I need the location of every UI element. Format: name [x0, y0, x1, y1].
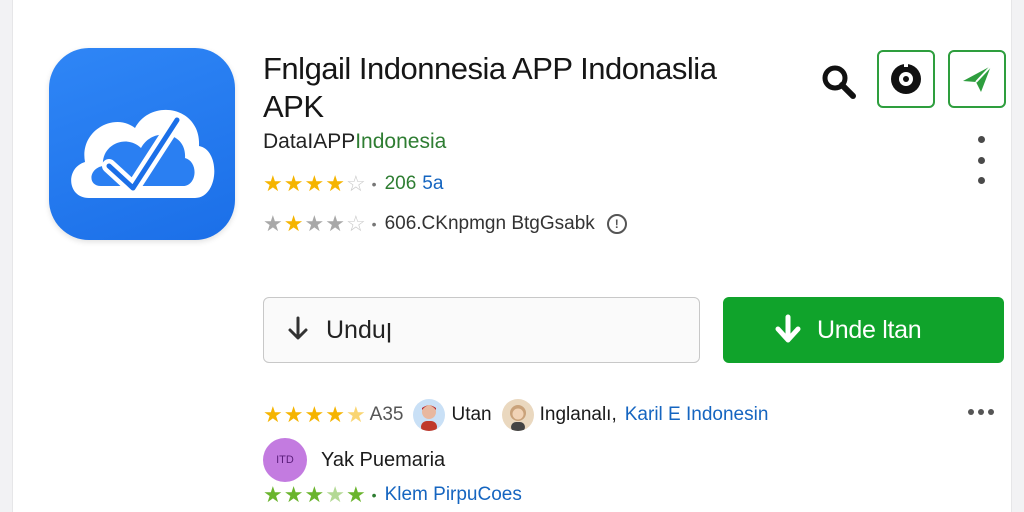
- user-avatar-icon: [509, 405, 526, 431]
- send-icon: [963, 65, 992, 92]
- app-title: Fnlgail Indonnesia APP Indonaslia APK: [263, 51, 717, 124]
- star-icon: ★: [263, 211, 283, 236]
- review-count: A35: [369, 404, 404, 425]
- developer-prefix: DataIAPP: [263, 130, 356, 153]
- search-button[interactable]: [813, 56, 865, 108]
- star-half-icon: ★: [345, 402, 366, 427]
- developer-link[interactable]: DataIAPPIndonesia: [263, 130, 446, 154]
- info-icon[interactable]: !: [606, 214, 627, 234]
- settings-icon: [891, 61, 921, 94]
- star-icon: ★: [283, 211, 304, 236]
- reviewer-name[interactable]: Yak Puemaria: [321, 449, 445, 472]
- star-outline-icon: ☆: [345, 171, 366, 196]
- star-icon: ★: [345, 482, 366, 507]
- star-half-icon: ★: [325, 482, 345, 507]
- install-label: Unde ltan: [817, 315, 922, 344]
- star-icon: ★: [263, 402, 283, 427]
- star-icon: ★: [263, 171, 283, 196]
- star-icon: ★: [263, 482, 283, 507]
- separator-dot: •: [371, 487, 377, 503]
- star-rating: ★ ★ ★ ★ ★: [263, 484, 366, 506]
- star-icon: ★: [304, 171, 325, 196]
- rating-meta: 5a: [422, 173, 444, 194]
- install-button[interactable]: Unde ltan: [723, 297, 1004, 363]
- star-icon: ★: [283, 171, 304, 196]
- star-outline-icon: ☆: [345, 211, 366, 236]
- search-icon: [822, 65, 856, 99]
- download-secondary-label: Unduן: [326, 315, 393, 344]
- rating-row-secondary: ★ ★ ★ ★ ☆ • 606.CKnpmgn BtgGsabk !: [263, 213, 627, 235]
- star-icon: ★: [304, 211, 325, 236]
- review-row: ★ ★ ★ ★ ★ • Klem PirpuCoes: [263, 484, 522, 506]
- developer-name: Indonesia: [355, 130, 447, 153]
- star-icon: ★: [325, 402, 345, 427]
- reviewer-name[interactable]: Inglanalı,: [540, 404, 617, 426]
- settings-button[interactable]: [877, 50, 935, 108]
- star-icon: ★: [304, 482, 325, 507]
- downloads-meta: 606.CKnpmgn BtgGsabk: [384, 213, 595, 234]
- star-icon: ★: [325, 171, 345, 196]
- star-icon: ★: [325, 211, 345, 236]
- avatar[interactable]: [413, 399, 446, 431]
- review-row: ★ ★ ★ ★ ★ A35 Utan Inglanalı, Karil Ε In…: [263, 399, 768, 431]
- review-row: ITD Yak Puemaria: [263, 438, 445, 482]
- star-rating: ★ ★ ★ ★ ☆: [263, 213, 366, 235]
- reviewer-name[interactable]: Utan: [451, 404, 491, 426]
- share-button[interactable]: [948, 50, 1006, 108]
- separator-dot: •: [371, 176, 377, 192]
- app-card: Fnlgail Indonnesia APP Indonaslia APK Da…: [12, 0, 1012, 512]
- app-icon[interactable]: [49, 48, 235, 240]
- download-arrow-icon: [775, 314, 801, 343]
- star-rating: ★ ★ ★ ★ ☆: [263, 173, 366, 195]
- star-icon: ★: [304, 402, 325, 427]
- cloud-check-icon: [71, 109, 215, 198]
- avatar-initials: ITD: [276, 454, 294, 466]
- more-horiz-icon[interactable]: [968, 409, 994, 415]
- separator-dot: •: [371, 216, 377, 232]
- reviewer-location[interactable]: Karil Ε Indonesin: [625, 404, 769, 426]
- avatar[interactable]: [501, 399, 534, 431]
- rating-count: 206: [384, 173, 417, 194]
- star-icon: ★: [283, 482, 304, 507]
- star-icon: ★: [283, 402, 304, 427]
- avatar[interactable]: ITD: [263, 438, 307, 482]
- star-rating: ★ ★ ★ ★ ★: [263, 404, 366, 426]
- download-secondary-button[interactable]: Unduן: [263, 297, 700, 363]
- review-meta[interactable]: Klem PirpuCoes: [385, 484, 522, 506]
- user-avatar-icon: [421, 405, 438, 431]
- rating-row-primary: ★ ★ ★ ★ ☆ • 206 5a: [263, 173, 443, 195]
- more-vert-icon[interactable]: [971, 136, 991, 184]
- download-icon: [288, 316, 308, 340]
